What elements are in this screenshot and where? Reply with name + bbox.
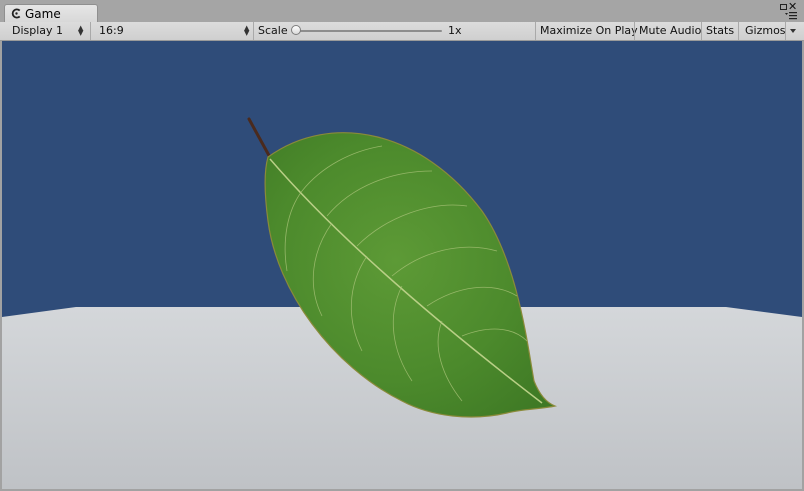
scale-value: 1x (448, 24, 462, 37)
aspect-dropdown[interactable]: 16:9 ▲ ▼ (91, 22, 253, 40)
mute-audio-button[interactable]: Mute Audio (639, 22, 701, 40)
up-down-arrows-icon: ▲ ▼ (244, 24, 250, 37)
display-label: Display 1 (12, 24, 64, 37)
scene-render (2, 41, 802, 489)
close-icon[interactable]: ✕ (788, 1, 797, 12)
window-controls: ✕ (778, 1, 798, 21)
maximize-on-play-button[interactable]: Maximize On Play (540, 22, 638, 40)
up-down-arrows-icon: ▲ ▼ (78, 24, 84, 37)
stats-button[interactable]: Stats (706, 22, 734, 40)
display-dropdown[interactable]: Display 1 ▲ ▼ (0, 22, 90, 40)
game-toolbar: Display 1 ▲ ▼ 16:9 ▲ ▼ Scale 1x Maximize O… (0, 22, 804, 41)
maximize-icon[interactable] (780, 4, 787, 10)
gizmos-dropdown-icon[interactable] (790, 29, 796, 33)
tab-label: Game (25, 7, 61, 21)
tab-game[interactable]: Game (4, 4, 98, 22)
tab-strip: Game ✕ (0, 0, 804, 23)
menu-icon[interactable] (785, 12, 797, 20)
separator (253, 22, 254, 40)
game-window: Game ✕ Display 1 ▲ ▼ 16:9 ▲ ▼ Scale 1x M… (0, 0, 804, 491)
separator (785, 22, 786, 40)
separator (535, 22, 536, 40)
gizmos-button[interactable]: Gizmos (745, 22, 786, 40)
unity-game-icon (11, 8, 21, 19)
separator (701, 22, 702, 40)
scale-slider-thumb[interactable] (291, 25, 301, 35)
separator (634, 22, 635, 40)
scale-label: Scale (258, 24, 288, 37)
scale-slider-track[interactable] (296, 30, 442, 32)
game-viewport[interactable] (2, 41, 802, 489)
aspect-label: 16:9 (99, 24, 124, 37)
separator (738, 22, 739, 40)
